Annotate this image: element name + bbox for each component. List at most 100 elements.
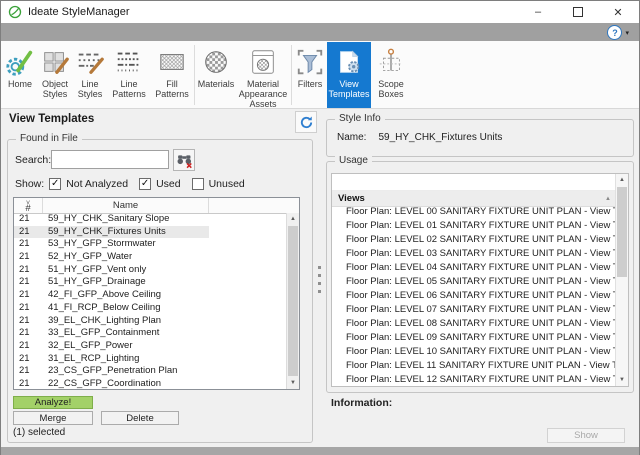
usage-row[interactable]: Floor Plan: LEVEL 07 SANITARY FIXTURE UN… xyxy=(332,303,615,317)
scroll-down-icon[interactable]: ▼ xyxy=(287,377,299,389)
materials-icon xyxy=(201,47,231,77)
toolbar-materials[interactable]: Materials xyxy=(196,42,236,108)
show-button[interactable]: Show xyxy=(547,428,625,443)
analyze-button[interactable]: Analyze! xyxy=(13,396,93,409)
checkbox-unused[interactable] xyxy=(191,178,204,190)
column-header-name[interactable]: Name xyxy=(43,198,209,213)
style-info-label: Style Info xyxy=(335,113,385,124)
toolbar-object-styles[interactable]: Object Styles xyxy=(37,42,73,108)
toolbar-scope-boxes[interactable]: Scope Boxes xyxy=(371,42,411,108)
view-templates-icon xyxy=(334,47,364,77)
page-title: View Templates xyxy=(9,113,95,125)
merge-button[interactable]: Merge xyxy=(13,411,93,425)
toolbar-filters[interactable]: Filters xyxy=(293,42,327,108)
toolbar-label: Home xyxy=(7,79,32,89)
usage-row[interactable]: Floor Plan: LEVEL 02 SANITARY FIXTURE UN… xyxy=(332,233,615,247)
usage-row[interactable]: Floor Plan: LEVEL 05 SANITARY FIXTURE UN… xyxy=(332,275,615,289)
usage-row[interactable]: Floor Plan: LEVEL 04 SANITARY FIXTURE UN… xyxy=(332,261,615,275)
usage-list: Views ▲ Floor Plan: LEVEL 00 SANITARY FI… xyxy=(331,173,629,387)
usage-label: Usage xyxy=(335,155,372,166)
toolbar-label: Object Styles xyxy=(41,79,68,99)
usage-row[interactable]: Floor Plan: LEVEL 09 SANITARY FIXTURE UN… xyxy=(332,331,615,345)
toolbar-separator xyxy=(291,45,292,105)
style-info-group: Style Info Name: 59_HY_CHK_Fixtures Unit… xyxy=(326,113,634,157)
table-scrollbar[interactable]: ▲ ▼ xyxy=(286,213,299,389)
window-title: Ideate StyleManager xyxy=(28,6,130,18)
collapse-group-icon[interactable]: ▲ xyxy=(605,196,611,202)
toolbar-line-patterns[interactable]: Line Patterns xyxy=(107,42,151,108)
filter-label: Not Analyzed xyxy=(66,178,129,190)
scroll-up-icon[interactable]: ▲ xyxy=(616,174,628,186)
table-row[interactable]: 21 53_HY_GFP_Stormwater xyxy=(14,238,286,251)
usage-row[interactable]: Floor Plan: LEVEL 10 SANITARY FIXTURE UN… xyxy=(332,345,615,359)
toolbar-separator xyxy=(194,45,195,105)
usage-row[interactable]: Floor Plan: LEVEL 03 SANITARY FIXTURE UN… xyxy=(332,247,615,261)
table-row[interactable]: 21 52_HY_GFP_Water xyxy=(14,251,286,264)
table-row[interactable]: 21 23_CS_GFP_Penetration Plan xyxy=(14,365,286,378)
templates-table: ˅ # Name 21 59_HY_CHK_Sanitary Slope 21 59_… xyxy=(13,197,300,390)
search-button[interactable] xyxy=(173,149,195,171)
toolbar-label: Line Patterns xyxy=(112,79,146,99)
maximize-button[interactable] xyxy=(558,1,598,23)
usage-row[interactable]: Floor Plan: LEVEL 01 SANITARY FIXTURE UN… xyxy=(332,219,615,233)
table-row[interactable]: 21 39_EL_CHK_Lighting Plan xyxy=(14,315,286,328)
panel-splitter[interactable] xyxy=(316,264,322,306)
selection-status: (1) selected xyxy=(13,427,66,438)
usage-row[interactable]: Floor Plan: LEVEL 11 SANITARY FIXTURE UN… xyxy=(332,359,615,373)
search-label: Search: xyxy=(15,154,52,166)
usage-row[interactable]: Floor Plan: LEVEL 06 SANITARY FIXTURE UN… xyxy=(332,289,615,303)
table-row[interactable]: 21 59_HY_CHK_Fixtures Units xyxy=(14,225,286,239)
search-input[interactable] xyxy=(51,150,169,169)
toolbar-label: Material Appearance Assets xyxy=(238,79,288,109)
scroll-up-icon[interactable]: ▲ xyxy=(287,213,299,225)
show-label: Show: xyxy=(15,178,45,190)
usage-row[interactable]: Floor Plan: LEVEL 08 SANITARY FIXTURE UN… xyxy=(332,317,615,331)
checkbox-not-analyzed[interactable] xyxy=(49,178,62,190)
checkbox-used[interactable] xyxy=(139,178,152,190)
table-row[interactable]: 21 31_EL_RCP_Lighting xyxy=(14,353,286,366)
object-styles-icon xyxy=(40,47,70,77)
usage-list-body: Floor Plan: LEVEL 00 SANITARY FIXTURE UN… xyxy=(332,205,615,386)
table-row[interactable]: 21 41_FI_RCP_Below Ceiling xyxy=(14,302,286,315)
toolbar-line-styles[interactable]: Line Styles xyxy=(73,42,107,108)
help-caret-icon[interactable]: ▾ xyxy=(625,29,629,37)
toolbar-material-appearance-assets[interactable]: Material Appearance Assets xyxy=(236,42,290,109)
group-label: Found in File xyxy=(16,133,82,144)
scrollbar-thumb[interactable] xyxy=(617,187,627,277)
table-row[interactable]: 21 51_HY_GFP_Drainage xyxy=(14,276,286,289)
ideate-stylemanager-window: Ideate StyleManager – ✕ ? ▾ Home Object … xyxy=(0,0,640,455)
minimize-button[interactable]: – xyxy=(518,1,558,23)
help-icon[interactable]: ? xyxy=(607,25,623,40)
usage-row[interactable]: Floor Plan: LEVEL 12 SANITARY FIXTURE UN… xyxy=(332,373,615,386)
table-row[interactable]: 21 59_HY_CHK_Sanitary Slope xyxy=(14,213,286,226)
column-header-num[interactable]: ˅ # xyxy=(14,198,43,213)
binoculars-icon xyxy=(176,152,193,169)
toolbar-view-templates[interactable]: View Templates xyxy=(327,42,371,108)
filter-label: Unused xyxy=(208,178,245,190)
column-header-filler xyxy=(209,198,299,213)
table-row[interactable]: 21 33_EL_GFP_Containment xyxy=(14,327,286,340)
close-button[interactable]: ✕ xyxy=(598,1,638,23)
templates-table-body: 21 59_HY_CHK_Sanitary Slope 21 59_HY_CHK_Fi… xyxy=(14,213,286,389)
usage-row[interactable]: Floor Plan: LEVEL 00 SANITARY FIXTURE UN… xyxy=(332,205,615,219)
table-row[interactable]: 21 32_EL_GFP_Power xyxy=(14,340,286,353)
refresh-button[interactable] xyxy=(295,111,317,133)
toolbar-fill-patterns[interactable]: Fill Patterns xyxy=(151,42,193,108)
toolbar-label: Materials xyxy=(197,79,235,89)
main-area: View Templates Found in File Search: Sho… xyxy=(1,109,639,447)
ideate-logo-icon xyxy=(8,5,22,19)
usage-scrollbar[interactable]: ▲ ▼ xyxy=(615,174,628,386)
filter-label: Used xyxy=(156,178,181,190)
scroll-down-icon[interactable]: ▼ xyxy=(616,374,628,386)
maximize-icon xyxy=(573,7,583,17)
titlebar: Ideate StyleManager – ✕ xyxy=(1,1,639,23)
table-row[interactable]: 21 51_HY_GFP_Vent only xyxy=(14,264,286,277)
delete-button[interactable]: Delete xyxy=(101,411,179,425)
toolbar-home[interactable]: Home xyxy=(3,42,37,108)
usage-list-header xyxy=(332,174,615,191)
table-row[interactable]: 21 42_FI_GFP_Above Ceiling xyxy=(14,289,286,302)
name-label: Name: xyxy=(337,132,367,143)
scrollbar-thumb[interactable] xyxy=(288,226,298,376)
table-header: ˅ # Name xyxy=(14,198,299,214)
table-row[interactable]: 21 22_CS_GFP_Coordination xyxy=(14,378,286,389)
